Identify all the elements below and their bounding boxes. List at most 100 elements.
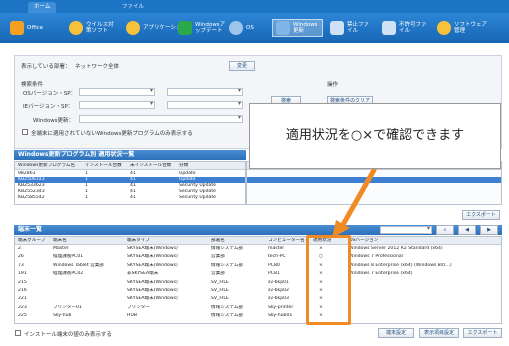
device-cell: Master bbox=[53, 246, 69, 251]
tab-file[interactable]: ファイル bbox=[116, 2, 150, 13]
update-cell: Security Update bbox=[179, 195, 216, 200]
device-cell: 情報システム部 bbox=[211, 262, 244, 268]
network-label: 表示している部署： bbox=[21, 64, 71, 70]
callout-text: 適用状況を○×で確認できます bbox=[285, 128, 465, 143]
device-cell: 経理課長PC02 bbox=[53, 271, 84, 277]
device-cell: 営業部 bbox=[211, 271, 225, 277]
ribbon-banned-file-button[interactable]: 禁止ファイル bbox=[330, 19, 371, 37]
device-cell: Windows 8 Enterprise (x64) (Windows 8の…) bbox=[349, 262, 452, 268]
device-cell: SV_FILE bbox=[211, 296, 229, 302]
device-cell: SKYSEA端末(Windows) bbox=[127, 254, 178, 260]
tab-strip: ホーム ファイル bbox=[0, 0, 509, 13]
windows-update-label: Windows更新： bbox=[33, 118, 75, 124]
device-cell: 191 bbox=[18, 271, 27, 277]
device-col-dept: 部署名 bbox=[211, 238, 225, 243]
ie-version-select[interactable] bbox=[79, 100, 155, 109]
device-cell: 情報システム部 bbox=[211, 304, 244, 310]
ribbon: Office ウイルス対策ソフト アプリケーション Windowsアップデート … bbox=[0, 13, 509, 43]
device-col-type: 端末タイプ bbox=[127, 238, 150, 243]
status-column-highlight bbox=[306, 235, 351, 325]
windows-patch-icon bbox=[276, 21, 290, 35]
device-export-button[interactable]: エクスポート bbox=[463, 328, 502, 338]
update-col-not-installed: 未インストール台数 bbox=[130, 163, 172, 168]
device-cell: 情報システム部 bbox=[211, 246, 244, 251]
installed-only-label: インストール端末の値のみ表示する bbox=[24, 332, 112, 338]
unapplied-only-checkbox[interactable] bbox=[22, 129, 28, 135]
device-cell: 223 bbox=[18, 304, 27, 310]
ie-version-label: IEバージョン・SP： bbox=[23, 104, 74, 110]
tab-home[interactable]: ホーム bbox=[28, 2, 57, 13]
device-cell: HUB bbox=[127, 313, 137, 319]
os-version-label: OSバージョン・SP： bbox=[23, 91, 77, 97]
device-grid: 端末グループ 端末名 端末タイプ 部署名 コンピューター名 適用状況 OSバージ… bbox=[14, 236, 502, 324]
update-col-category: 分類 bbox=[179, 163, 189, 168]
device-cell: SKYSEA端末(Windows) bbox=[127, 246, 178, 251]
antivirus-icon bbox=[69, 21, 83, 35]
operation-group-title: 操作 bbox=[327, 82, 339, 88]
device-col-computer: コンピューター名 bbox=[268, 238, 305, 243]
ribbon-label: ソフトウェア管理 bbox=[454, 22, 488, 34]
ribbon-windows-patch-button[interactable]: Windows更新 bbox=[272, 19, 323, 37]
ribbon-windows-update-button[interactable]: Windowsアップデート bbox=[178, 19, 227, 37]
search-group-title: 検索条件 bbox=[21, 82, 44, 88]
device-cell: 215 bbox=[18, 279, 27, 285]
device-cell: Sky-hub01 bbox=[268, 313, 293, 319]
os-version-select[interactable] bbox=[79, 87, 155, 96]
arrow-left-icon: ◀ bbox=[465, 227, 469, 233]
device-cell: 非SKYSEA端末 bbox=[127, 271, 159, 277]
windows-update-input[interactable] bbox=[79, 114, 243, 123]
device-cell: tech-PC bbox=[268, 254, 286, 260]
device-cell: 経理課長PC01 bbox=[53, 254, 84, 260]
device-col-name: 端末名 bbox=[53, 238, 67, 243]
device-cell: 情報システム部 bbox=[211, 313, 244, 319]
update-col-installed: インストール台数 bbox=[85, 163, 122, 168]
device-cell: プリンター bbox=[127, 304, 150, 310]
device-col-group: 端末グループ bbox=[18, 238, 46, 243]
device-search-button[interactable]: ⌕ bbox=[436, 225, 454, 235]
search-icon: ⌕ bbox=[443, 227, 447, 233]
callout-arrow bbox=[332, 168, 377, 238]
device-cell: 216 bbox=[18, 288, 27, 293]
device-cell: PC80 bbox=[268, 262, 280, 268]
ribbon-antivirus-button[interactable]: ウイルス対策ソフト bbox=[69, 19, 116, 37]
update-section-title: Windows更新プログラム別 適用状況一覧 bbox=[14, 150, 246, 160]
device-cell: PC81 bbox=[268, 271, 280, 277]
device-cell: 221 bbox=[18, 296, 27, 302]
device-cell: SV_FILE bbox=[211, 279, 229, 285]
update-cell: 1 bbox=[85, 195, 88, 200]
update-grid: Windows更新プログラム名 インストール台数 未インストール台数 分類 98… bbox=[14, 161, 246, 205]
column-settings-button[interactable]: 表示項目設定 bbox=[419, 328, 459, 338]
installed-only-checkbox[interactable] bbox=[15, 330, 21, 336]
ie-sp-select[interactable] bbox=[167, 100, 243, 109]
device-cell: SKYSEA端末(Windows) bbox=[127, 288, 178, 293]
network-change-button[interactable]: 変更 bbox=[229, 61, 255, 71]
device-cell: SKYSEA端末(Windows) bbox=[127, 262, 178, 268]
device-cell: 26 bbox=[18, 254, 24, 260]
ribbon-software-button[interactable]: ソフトウェア管理 bbox=[437, 19, 488, 37]
update-export-button[interactable]: エクスポート bbox=[462, 210, 500, 220]
unapplied-only-label: 全端末に適用されていないWindows更新プログラムのみ表示する bbox=[31, 131, 193, 137]
ribbon-os-button[interactable]: OS bbox=[229, 19, 254, 37]
device-grid-header bbox=[15, 237, 501, 245]
device-cell: Sky-printer bbox=[268, 304, 294, 310]
ribbon-office-button[interactable]: Office bbox=[10, 19, 43, 37]
device-cell: プリンター01 bbox=[53, 304, 82, 310]
device-cell: 2 bbox=[18, 246, 21, 251]
device-cell: Windows Server 2012 R2 Standard (x64) bbox=[349, 246, 443, 251]
ribbon-label: Office bbox=[27, 25, 44, 31]
device-search-prev-button[interactable]: ◀ bbox=[458, 225, 476, 235]
os-sp-select[interactable] bbox=[167, 87, 243, 96]
device-cell: Windows 7 Professional bbox=[349, 254, 403, 260]
device-cell: 225 bbox=[18, 313, 27, 319]
device-cell: sv-bkp02 bbox=[268, 288, 289, 293]
device-settings-button[interactable]: 端末設定 bbox=[378, 328, 414, 338]
device-cell: SV_FILE bbox=[211, 288, 229, 293]
device-search-next-button[interactable]: ▶ bbox=[480, 225, 498, 235]
ribbon-denied-file-button[interactable]: 不許可ファイル bbox=[382, 19, 427, 37]
os-icon bbox=[229, 21, 243, 35]
device-cell: SKYSEA端末(Windows) bbox=[127, 296, 178, 302]
windows-update-icon bbox=[178, 21, 192, 35]
device-cell: sv-bkp03 bbox=[268, 296, 289, 302]
update-cell: KB2585542 bbox=[18, 195, 45, 200]
ribbon-label: 不許可ファイル bbox=[399, 22, 427, 34]
